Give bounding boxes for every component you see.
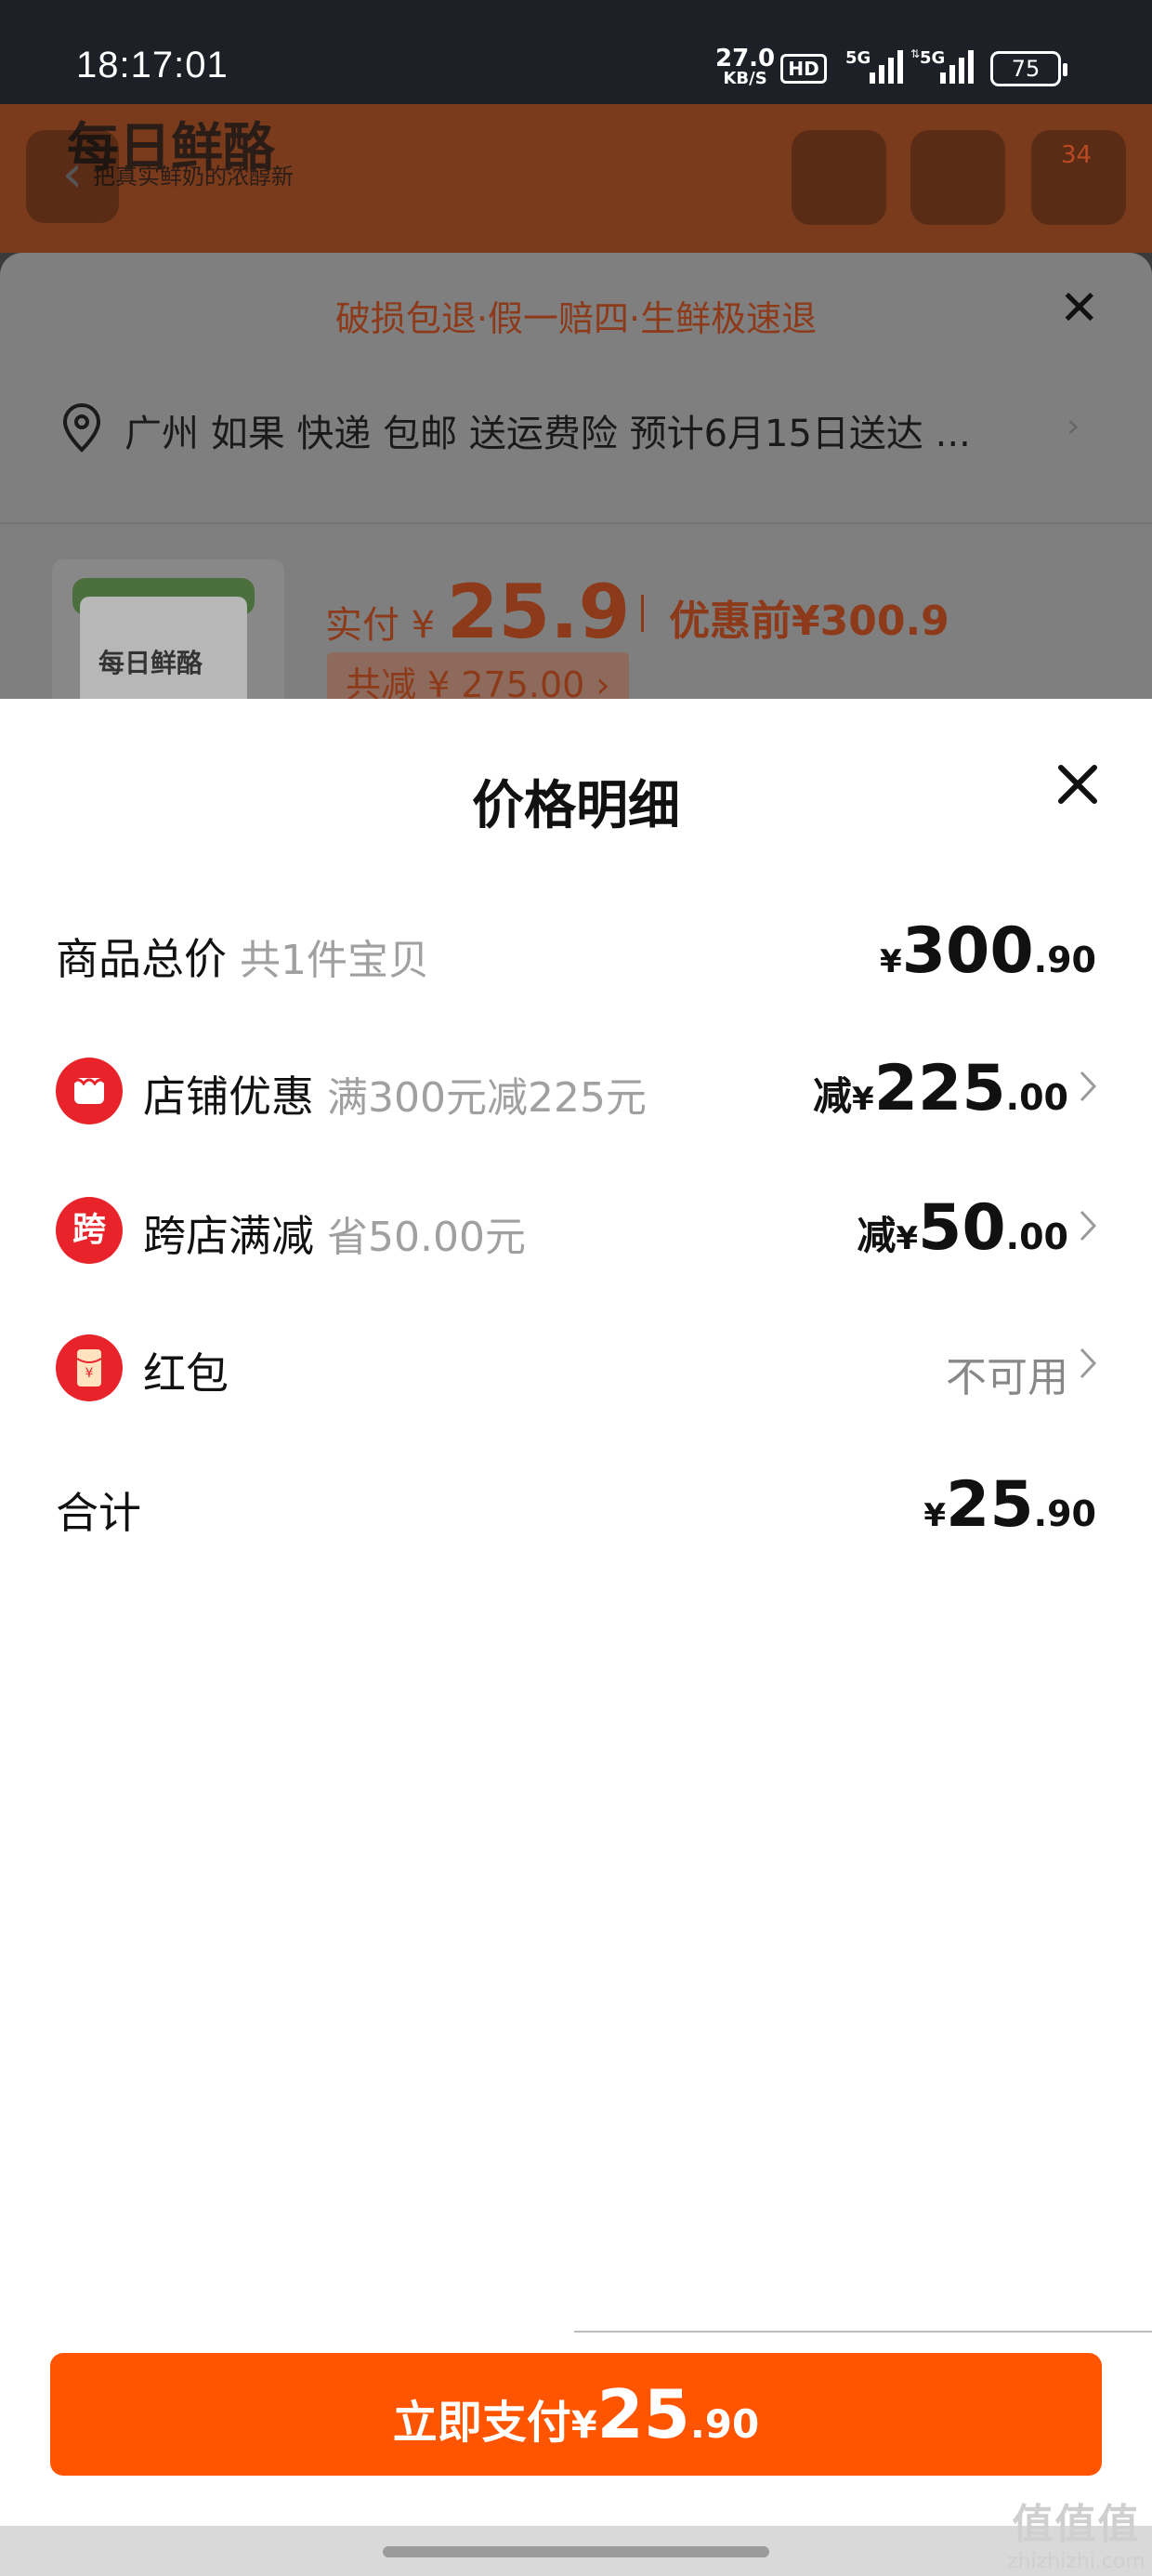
cart-badge: 34 bbox=[1061, 141, 1093, 169]
share-button[interactable] bbox=[792, 130, 886, 225]
screen: 18:17:01 27.0 KB/S HD 5G ⇅ 5G 75 每日鲜酪 把真… bbox=[0, 0, 1152, 2576]
pay-now-button[interactable]: 立即支付¥25.90 bbox=[50, 2353, 1102, 2476]
divider bbox=[0, 522, 1152, 524]
cart-button[interactable] bbox=[910, 130, 1005, 225]
address-text: 广州 如果 快递 包邮 送运费险 预计6月15日送达 ... bbox=[124, 413, 971, 455]
network-speed-value: 27.0 bbox=[715, 45, 776, 72]
row-goods-total: 商品总价 共1件宝贝 ¥300.90 bbox=[56, 911, 1096, 994]
order-sheet-close-icon[interactable]: ✕ bbox=[1059, 281, 1100, 336]
footer: 立即支付¥25.90 值值值 zhizhizhi.com bbox=[0, 2331, 1152, 2576]
signal-5g-icon-2: ⇅ 5G bbox=[910, 48, 974, 84]
unavailable-text: 不可用 bbox=[946, 1354, 1068, 1401]
close-icon[interactable] bbox=[1048, 755, 1107, 814]
signal-5g-icon: 5G bbox=[845, 48, 903, 84]
sheet-title: 价格明细 bbox=[472, 776, 680, 836]
watermark-logo: 值值值 bbox=[1012, 2501, 1141, 2548]
svg-text:⇅: ⇅ bbox=[910, 48, 920, 60]
paid-amount: 25.9 bbox=[446, 569, 631, 655]
network-speed: 27.0 KB/S bbox=[715, 45, 776, 89]
location-pin-icon bbox=[62, 402, 101, 453]
watermark: 值值值 zhizhizhi.com bbox=[1007, 2491, 1145, 2573]
product-brand: 每日鲜酪 bbox=[98, 648, 203, 678]
home-handle[interactable] bbox=[383, 2546, 769, 2557]
row-amount: 减¥225.00 bbox=[813, 1052, 1068, 1125]
order-sheet: 破损包退·假一赔四·生鲜极速退 ✕ 广州 如果 快递 包邮 送运费险 预计6月1… bbox=[0, 253, 1152, 699]
red-packet-icon: ¥ bbox=[56, 1334, 123, 1401]
network-speed-unit: KB/S bbox=[723, 69, 767, 88]
hd-icon: HD bbox=[780, 54, 827, 84]
paid-label: 实付 bbox=[325, 604, 399, 647]
row-amount: 不可用 bbox=[946, 1329, 1068, 1401]
sim2-label: 5G bbox=[920, 48, 945, 68]
before-discount-price: 优惠前¥300.9 bbox=[669, 598, 949, 645]
background-header: 每日鲜酪 把真实鲜奶的浓醇新 ‹ 34 bbox=[0, 104, 1152, 253]
back-button[interactable]: ‹ bbox=[26, 130, 119, 223]
product-thumbnail: 每日鲜酪 bbox=[52, 559, 284, 699]
chevron-right-icon bbox=[1080, 1210, 1097, 1242]
chevron-right-icon bbox=[1080, 1071, 1097, 1102]
paid-currency: ¥ bbox=[411, 604, 436, 647]
paid-price: 实付 ¥ 25.9 bbox=[325, 569, 630, 655]
row-label: 红包 bbox=[143, 1348, 229, 1399]
row-total: 合计 ¥25.90 bbox=[56, 1465, 1096, 1548]
battery-icon: 75 bbox=[990, 51, 1067, 86]
row-label: 店铺优惠 满300元减225元 bbox=[143, 1071, 647, 1122]
chevron-right-icon: › bbox=[1067, 407, 1080, 445]
row-cross-store-discount[interactable]: 跨 跨店满减 省50.00元 减¥50.00 bbox=[56, 1188, 1097, 1271]
chevron-right-icon bbox=[1080, 1347, 1097, 1379]
row-sub: 省50.00元 bbox=[327, 1214, 526, 1261]
row-shop-discount[interactable]: 店铺优惠 满300元减225元 减¥225.00 bbox=[56, 1048, 1097, 1132]
row-sub: 满300元减225元 bbox=[327, 1074, 647, 1122]
shop-icon bbox=[56, 1058, 123, 1124]
price-detail-sheet: 价格明细 商品总价共1件宝贝 ¥300.90 店铺优惠满300元减225元 bbox=[0, 699, 1152, 2331]
row-red-packet[interactable]: ¥ 红包 不可用 bbox=[56, 1325, 1097, 1409]
row-label: 商品总价 共1件宝贝 bbox=[56, 934, 429, 984]
cross-store-icon: 跨 bbox=[56, 1197, 123, 1264]
row-label: 跨店满减 省50.00元 bbox=[143, 1211, 526, 1261]
row-amount: 减¥50.00 bbox=[857, 1191, 1068, 1265]
divider bbox=[574, 2331, 1152, 2333]
row-label: 合计 bbox=[56, 1488, 141, 1538]
total-saved-badge[interactable]: 共减 ¥ 275.00 › bbox=[327, 652, 629, 699]
watermark-domain: zhizhizhi.com bbox=[1007, 2550, 1145, 2573]
system-nav-bar bbox=[0, 2526, 1152, 2576]
row-amount: ¥300.90 bbox=[880, 914, 1096, 988]
divider bbox=[641, 595, 644, 632]
svg-text:¥: ¥ bbox=[85, 1366, 94, 1381]
status-time: 18:17:01 bbox=[76, 45, 229, 85]
status-bar: 18:17:01 27.0 KB/S HD 5G ⇅ 5G 75 bbox=[0, 0, 1152, 104]
row-amount: ¥25.90 bbox=[923, 1468, 1096, 1542]
promo-banner: 破损包退·假一赔四·生鲜极速退 bbox=[334, 298, 818, 339]
background-page: 每日鲜酪 把真实鲜奶的浓醇新 ‹ 34 破损包退·假一赔四·生鲜极速退 ✕ 广州… bbox=[0, 104, 1152, 699]
row-sub: 共1件宝贝 bbox=[240, 937, 429, 984]
sim1-label: 5G bbox=[845, 48, 871, 68]
shop-slogan: 把真实鲜奶的浓醇新 bbox=[93, 164, 294, 190]
